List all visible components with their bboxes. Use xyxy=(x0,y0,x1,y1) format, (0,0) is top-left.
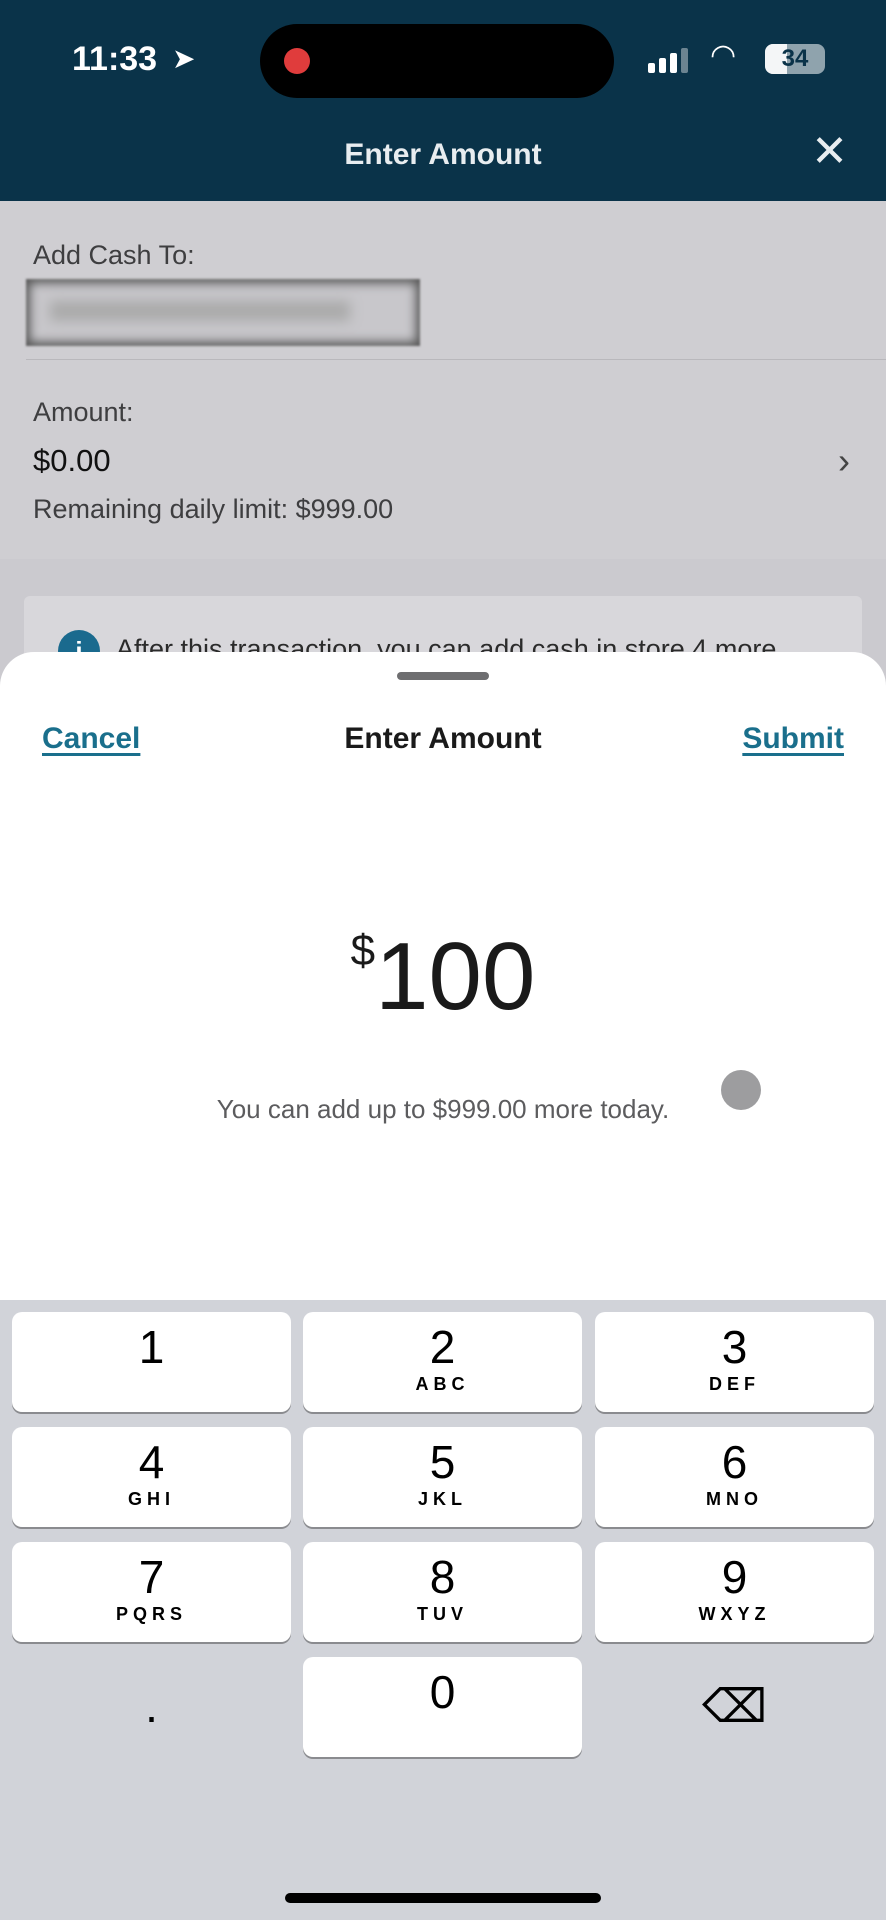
amount-value[interactable]: $0.00 xyxy=(33,443,111,479)
key-letters: JKL xyxy=(417,1489,467,1509)
backspace-icon: ⌫ xyxy=(701,1680,768,1732)
currency-symbol: $ xyxy=(350,926,376,975)
key-digit: 6 xyxy=(721,1436,748,1488)
key-letters: GHI xyxy=(127,1489,175,1509)
key-8[interactable]: 8 TUV xyxy=(303,1542,582,1642)
key-7[interactable]: 7 PQRS xyxy=(12,1542,291,1642)
divider xyxy=(26,359,886,360)
key-2[interactable]: 2 ABC xyxy=(303,1312,582,1412)
key-digit: 2 xyxy=(429,1321,456,1373)
status-time: 11:33 xyxy=(72,40,158,78)
app-header: 11:33 ➤ ◠ 34 Enter Amount ✕ xyxy=(0,0,886,201)
dynamic-island xyxy=(260,24,614,98)
key-9[interactable]: 9 WXYZ xyxy=(595,1542,874,1642)
wifi-icon: ◠ xyxy=(710,39,737,72)
add-cash-to-label: Add Cash To: xyxy=(33,240,195,270)
amount-label: Amount: xyxy=(33,397,134,427)
key-digit: 8 xyxy=(429,1551,456,1603)
close-icon[interactable]: ✕ xyxy=(811,130,848,174)
cellular-signal-icon xyxy=(648,48,688,73)
key-3[interactable]: 3 DEF xyxy=(595,1312,874,1412)
submit-button[interactable]: Submit xyxy=(742,722,844,756)
key-digit: . xyxy=(145,1680,158,1732)
cancel-button[interactable]: Cancel xyxy=(42,722,140,756)
key-letters: ABC xyxy=(415,1374,470,1394)
battery-icon: 34 xyxy=(765,44,825,74)
touch-indicator xyxy=(721,1070,761,1110)
key-digit: 7 xyxy=(138,1551,165,1603)
key-digit: 9 xyxy=(721,1551,748,1603)
key-letters: TUV xyxy=(417,1604,468,1624)
key-letters: MNO xyxy=(706,1489,763,1509)
key-digit: 1 xyxy=(138,1321,165,1373)
redacted-account-name xyxy=(26,279,420,346)
battery-level: 34 xyxy=(781,45,809,72)
chevron-right-icon[interactable]: › xyxy=(838,440,850,482)
key-letters: DEF xyxy=(709,1374,760,1394)
key-4[interactable]: 4 GHI xyxy=(12,1427,291,1527)
key-digit: 4 xyxy=(138,1436,165,1488)
key-0[interactable]: 0 xyxy=(303,1657,582,1757)
key-digit: 3 xyxy=(721,1321,748,1373)
delete-key[interactable]: ⌫ xyxy=(595,1657,874,1757)
decimal-key[interactable]: . xyxy=(12,1657,291,1757)
key-digit: 5 xyxy=(429,1436,456,1488)
location-arrow-icon: ➤ xyxy=(172,43,196,74)
key-5[interactable]: 5 JKL xyxy=(303,1427,582,1527)
key-letters: WXYZ xyxy=(698,1604,771,1624)
numeric-keypad: 1 2 ABC 3 DEF 4 GHI 5 JKL 6 MNO 7 PQRS 8 TUV 9 WXYZ. 0 ⌫ xyxy=(0,1300,886,1920)
key-6[interactable]: 6 MNO xyxy=(595,1427,874,1527)
amount-display: $100 xyxy=(0,922,886,1032)
header-title: Enter Amount xyxy=(344,138,542,171)
recording-indicator-icon xyxy=(284,48,310,74)
key-1[interactable]: 1 xyxy=(12,1312,291,1412)
sheet-handle[interactable] xyxy=(397,672,489,680)
remaining-limit: Remaining daily limit: $999.00 xyxy=(33,494,394,524)
key-letters: PQRS xyxy=(115,1604,187,1624)
home-indicator[interactable] xyxy=(285,1893,601,1903)
key-digit: 0 xyxy=(429,1666,456,1718)
amount-entered: 100 xyxy=(375,923,536,1030)
